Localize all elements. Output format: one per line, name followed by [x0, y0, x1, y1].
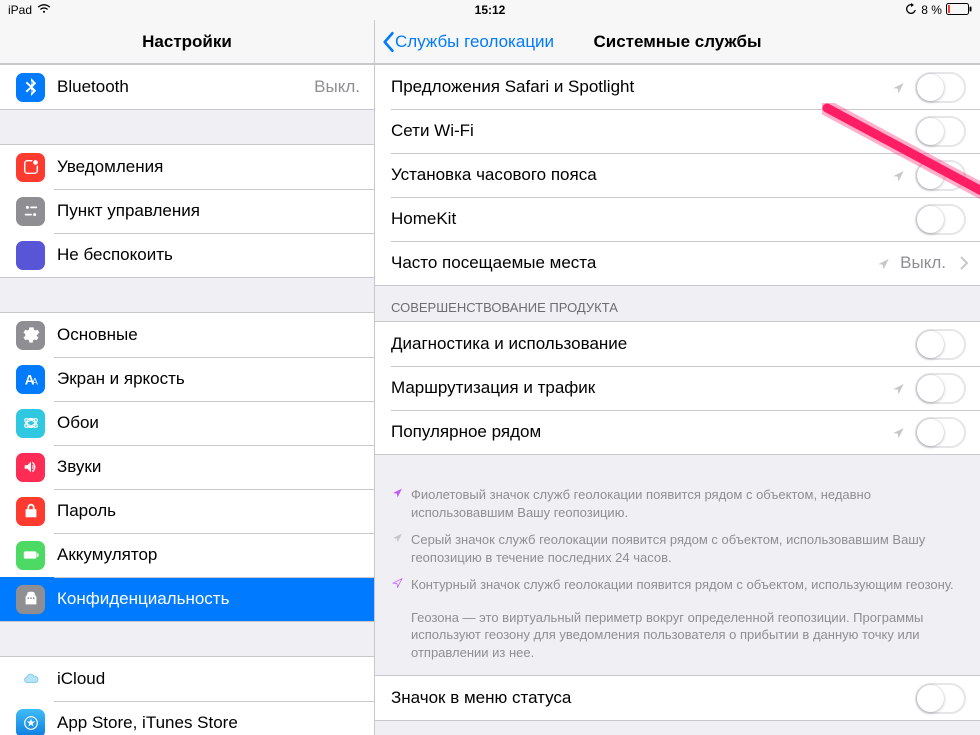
- footer-purple: Фиолетовый значок служб геолокации появи…: [375, 481, 980, 526]
- settings-detail-pane: Службы геолокации Системные службы Предл…: [375, 20, 980, 735]
- right-title: Системные службы: [593, 32, 761, 52]
- back-label: Службы геолокации: [395, 32, 554, 52]
- footer-outline: Контурный значок служб геолокации появит…: [375, 571, 980, 599]
- location-arrow-icon: [877, 257, 890, 270]
- frequent-value: Выкл.: [900, 253, 946, 273]
- battery-icon: [946, 3, 972, 18]
- dnd-label: Не беспокоить: [57, 245, 374, 265]
- diagnostics-toggle[interactable]: [915, 329, 966, 360]
- display-label: Экран и яркость: [57, 369, 374, 389]
- general-icon: [16, 321, 45, 350]
- appstore-label: App Store, iTunes Store: [57, 713, 374, 733]
- wallpaper-icon: [16, 409, 45, 438]
- routing-row[interactable]: Маршрутизация и трафик: [375, 366, 980, 410]
- popular-toggle[interactable]: [915, 417, 966, 448]
- display-icon: AA: [16, 365, 45, 394]
- control-center-icon: [16, 197, 45, 226]
- location-arrow-icon: [892, 382, 905, 395]
- bluetooth-label: Bluetooth: [57, 77, 314, 97]
- privacy-label: Конфиденциальность: [57, 589, 374, 609]
- status-icon-label: Значок в меню статуса: [391, 688, 915, 708]
- wallpaper-label: Обои: [57, 413, 374, 433]
- control-center-row[interactable]: Пункт управления: [0, 189, 374, 233]
- location-arrow-outline-icon: [391, 576, 403, 594]
- frequent-label: Часто посещаемые места: [391, 253, 877, 273]
- wifi-toggle[interactable]: [915, 116, 966, 147]
- chevron-right-icon: [960, 256, 968, 270]
- svg-text:A: A: [31, 376, 37, 386]
- status-icon-toggle[interactable]: [915, 683, 966, 714]
- footer-geofence-note: Геозона — это виртуальный периметр вокру…: [375, 599, 980, 676]
- passcode-label: Пароль: [57, 501, 374, 521]
- battery-label: Аккумулятор: [57, 545, 374, 565]
- bluetooth-value: Выкл.: [314, 77, 360, 97]
- control-center-label: Пункт управления: [57, 201, 374, 221]
- safari-spotlight-label: Предложения Safari и Spotlight: [391, 77, 892, 97]
- dnd-row[interactable]: Не беспокоить: [0, 233, 374, 277]
- location-arrow-purple-icon: [391, 486, 403, 521]
- passcode-icon: [16, 497, 45, 526]
- location-arrow-icon: [892, 169, 905, 182]
- timezone-toggle[interactable]: [915, 160, 966, 191]
- settings-master-pane: Настройки Bluetooth Выкл.: [0, 20, 375, 735]
- sounds-row[interactable]: Звуки: [0, 445, 374, 489]
- wallpaper-row[interactable]: Обои: [0, 401, 374, 445]
- privacy-row[interactable]: Конфиденциальность: [0, 577, 374, 621]
- location-arrow-icon: [892, 81, 905, 94]
- wifi-networks-row[interactable]: Сети Wi-Fi: [375, 109, 980, 153]
- routing-toggle[interactable]: [915, 373, 966, 404]
- device-label: iPad: [8, 3, 32, 17]
- general-row[interactable]: Основные: [0, 313, 374, 357]
- timezone-row[interactable]: Установка часового пояса: [375, 153, 980, 197]
- wifi-networks-label: Сети Wi-Fi: [391, 121, 915, 141]
- icloud-icon: [16, 665, 45, 694]
- bluetooth-row[interactable]: Bluetooth Выкл.: [0, 65, 374, 109]
- homekit-toggle[interactable]: [915, 204, 966, 235]
- back-button[interactable]: Службы геолокации: [381, 31, 554, 53]
- homekit-row[interactable]: HomeKit: [375, 197, 980, 241]
- notifications-icon: [16, 153, 45, 182]
- wifi-icon: [37, 3, 51, 18]
- general-label: Основные: [57, 325, 374, 345]
- left-navbar: Настройки: [0, 20, 374, 64]
- icloud-row[interactable]: iCloud: [0, 657, 374, 701]
- icloud-label: iCloud: [57, 669, 374, 689]
- right-navbar: Службы геолокации Системные службы: [375, 20, 980, 64]
- status-icon-row[interactable]: Значок в меню статуса: [375, 676, 980, 720]
- appstore-icon: [16, 709, 45, 735]
- dnd-icon: [16, 241, 45, 270]
- safari-spotlight-row[interactable]: Предложения Safari и Spotlight: [375, 65, 980, 109]
- display-row[interactable]: AA Экран и яркость: [0, 357, 374, 401]
- sounds-label: Звуки: [57, 457, 374, 477]
- popular-row[interactable]: Популярное рядом: [375, 410, 980, 454]
- appstore-row[interactable]: App Store, iTunes Store: [0, 701, 374, 735]
- privacy-icon: [16, 585, 45, 614]
- improvement-header: СОВЕРШЕНСТВОВАНИЕ ПРОДУКТА: [375, 286, 980, 321]
- safari-toggle[interactable]: [915, 72, 966, 103]
- diagnostics-row[interactable]: Диагностика и использование: [375, 322, 980, 366]
- location-arrow-icon: [892, 426, 905, 439]
- rotation-lock-icon: [905, 3, 917, 18]
- popular-label: Популярное рядом: [391, 422, 892, 442]
- battery-row[interactable]: Аккумулятор: [0, 533, 374, 577]
- footer-gray: Серый значок служб геолокации появится р…: [375, 526, 980, 571]
- frequent-row[interactable]: Часто посещаемые места Выкл.: [375, 241, 980, 285]
- left-title: Настройки: [142, 32, 232, 52]
- clock: 15:12: [329, 3, 650, 17]
- passcode-row[interactable]: Пароль: [0, 489, 374, 533]
- battery-percent: 8 %: [921, 3, 942, 17]
- routing-label: Маршрутизация и трафик: [391, 378, 892, 398]
- sounds-icon: [16, 453, 45, 482]
- notifications-row[interactable]: Уведомления: [0, 145, 374, 189]
- bluetooth-icon: [16, 73, 45, 102]
- notifications-label: Уведомления: [57, 157, 374, 177]
- location-arrow-gray-icon: [391, 531, 403, 566]
- battery-row-icon: [16, 541, 45, 570]
- timezone-label: Установка часового пояса: [391, 165, 892, 185]
- status-bar: iPad 15:12 8 %: [0, 0, 980, 20]
- homekit-label: HomeKit: [391, 209, 915, 229]
- diagnostics-label: Диагностика и использование: [391, 334, 915, 354]
